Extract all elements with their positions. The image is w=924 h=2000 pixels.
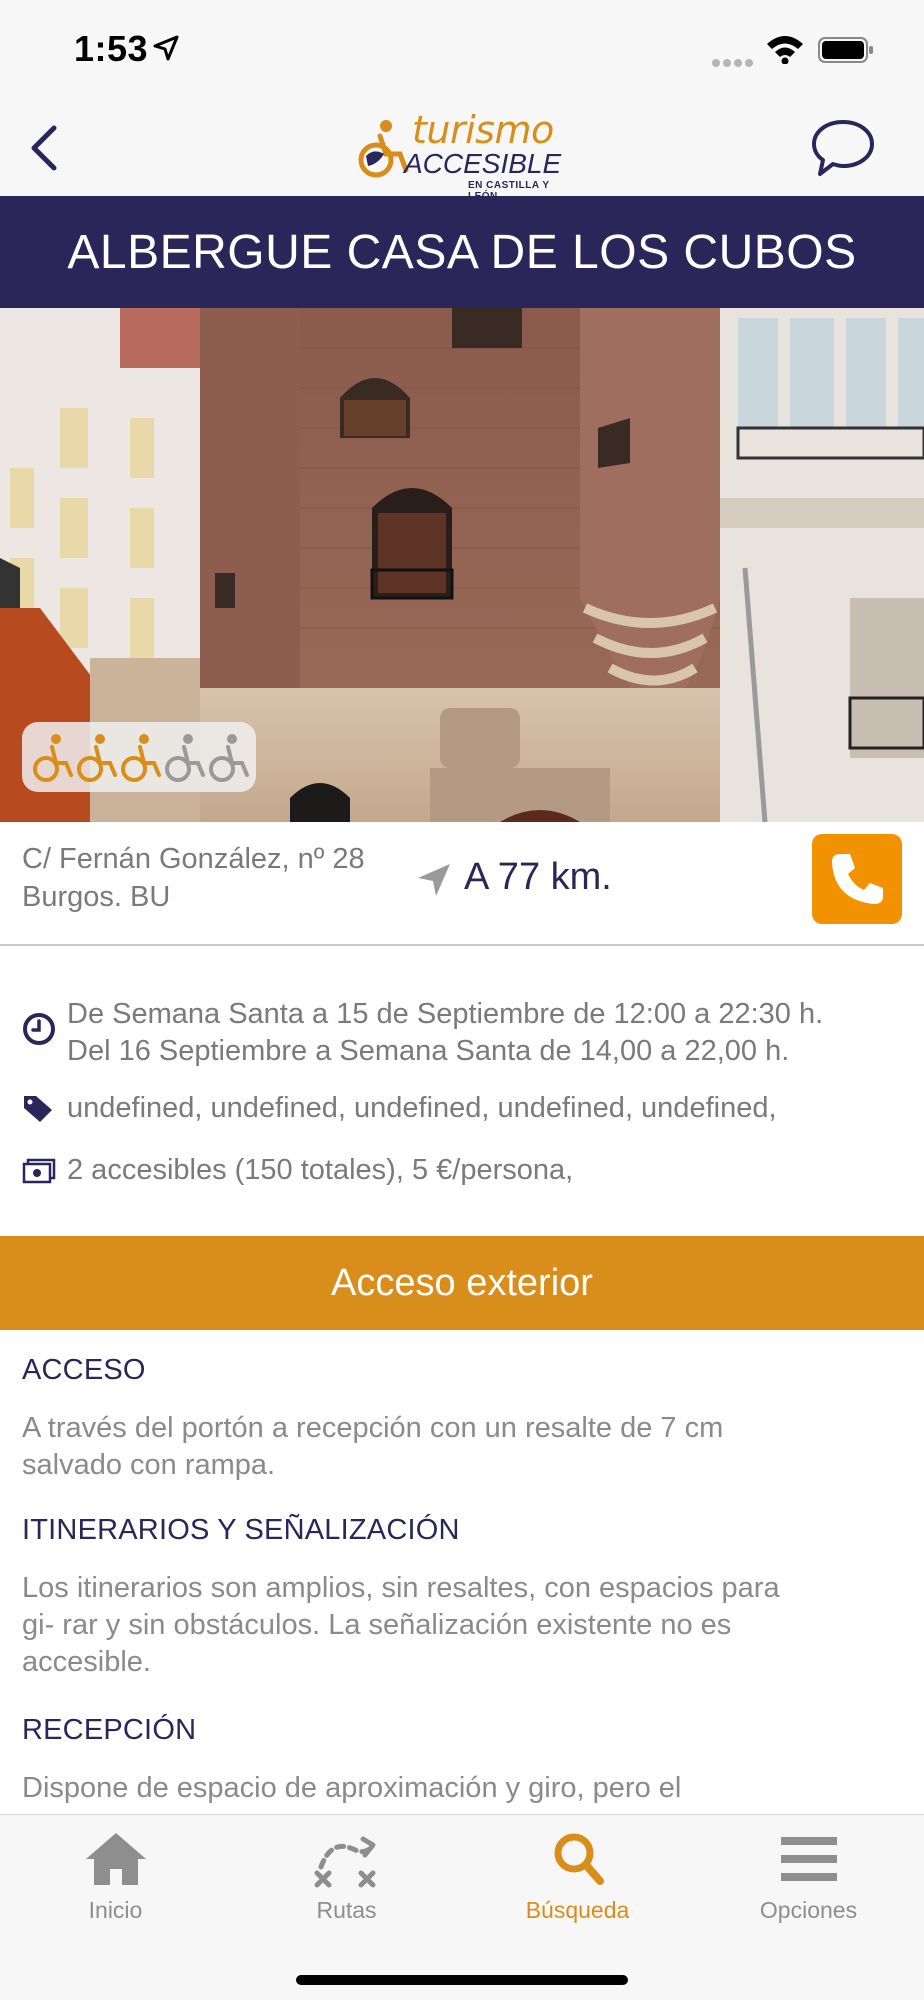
- hero-photo: [0, 308, 924, 822]
- tab-busqueda[interactable]: Búsqueda: [462, 1815, 693, 1935]
- tab-bar: Inicio Rutas Búsqueda Opciones: [0, 1814, 924, 2000]
- tab-label: Inicio: [88, 1897, 143, 1923]
- text-line: Los itinerarios son amplios, sin resalte…: [22, 1572, 780, 1604]
- location-info-row: C/ Fernán González, nº 28 Burgos. BU A 7…: [0, 822, 924, 946]
- signal-icon: [712, 54, 756, 72]
- battery-icon: [818, 37, 873, 63]
- page-title: ALBERGUE CASA DE LOS CUBOS: [67, 225, 857, 279]
- call-button[interactable]: [812, 834, 902, 924]
- text-line: salvado con rampa.: [22, 1449, 276, 1481]
- tags-icon: [24, 1096, 52, 1122]
- tab-inicio[interactable]: Inicio: [0, 1815, 231, 1935]
- routes-icon: [314, 1836, 376, 1888]
- status-time: 1:53: [74, 28, 149, 69]
- tab-opciones[interactable]: Opciones: [693, 1815, 924, 1935]
- tab-label: Búsqueda: [525, 1897, 630, 1923]
- subsection-text: Dispone de espacio de aproximación y gir…: [22, 1770, 902, 1807]
- subsection-text: Los itinerarios son amplios, sin resalte…: [22, 1570, 902, 1681]
- text-line: Dispone de espacio de aproximación y gir…: [22, 1772, 682, 1804]
- subsection-heading: ITINERARIOS Y SEÑALIZACIÓN: [22, 1514, 460, 1546]
- title-bar: ALBERGUE CASA DE LOS CUBOS: [0, 196, 924, 308]
- clock-icon: [23, 1013, 55, 1045]
- home-indicator: [296, 1975, 628, 1985]
- logo-text-accesible: ACCESIBLE: [404, 148, 562, 179]
- menu-icon: [781, 1837, 837, 1881]
- text-line: A través del portón a recepción con un r…: [22, 1412, 724, 1444]
- wheelchair-rating-icon-filled: [33, 734, 73, 782]
- text-line: accesible.: [22, 1646, 151, 1678]
- wheelchair-rating-icon-filled: [77, 734, 117, 782]
- app-logo: turismo ACCESIBLE EN CASTILLA Y LEÓN: [356, 108, 576, 202]
- details-block: De Semana Santa a 15 de Septiembre de 12…: [0, 948, 924, 1236]
- wheelchair-rating-icon-empty: [165, 734, 205, 782]
- subsection-heading: RECEPCIÓN: [22, 1714, 197, 1746]
- schedule-line-2: Del 16 Septiembre a Semana Santa de 14,0…: [67, 1035, 790, 1067]
- address-line-1: C/ Fernán González, nº 28: [22, 843, 365, 875]
- price-text: 2 accesibles (150 totales), 5 €/persona,: [67, 1154, 574, 1186]
- app-header: turismo ACCESIBLE EN CASTILLA Y LEÓN: [0, 100, 924, 202]
- money-icon: [22, 1158, 56, 1184]
- accessibility-rating: [22, 722, 256, 792]
- address-line-2: Burgos. BU: [22, 881, 171, 913]
- section-content: ACCESO A través del portón a recepción c…: [0, 1330, 924, 1814]
- home-icon: [86, 1833, 146, 1885]
- wheelchair-rating-icon-filled: [121, 734, 161, 782]
- wheelchair-logo-icon: [358, 120, 409, 178]
- text-line: gi- rar y sin obstáculos. La señalizació…: [22, 1609, 732, 1641]
- navigation-arrow-icon: [418, 864, 450, 896]
- phone-icon: [832, 854, 883, 904]
- search-icon: [554, 1833, 604, 1885]
- tags-text: undefined, undefined, undefined, undefin…: [67, 1092, 777, 1124]
- subsection-heading: ACCESO: [22, 1354, 146, 1386]
- status-bar: 1:53: [0, 0, 924, 100]
- subsection-text: A través del portón a recepción con un r…: [22, 1410, 902, 1484]
- tab-label: Opciones: [759, 1897, 858, 1923]
- tab-rutas[interactable]: Rutas: [231, 1815, 462, 1935]
- section-header-acceso-exterior[interactable]: Acceso exterior: [0, 1236, 924, 1330]
- wheelchair-rating-icon-empty: [209, 734, 249, 782]
- distance: A 77 km.: [464, 856, 612, 898]
- location-arrow-icon: [153, 35, 179, 61]
- wifi-icon: [767, 36, 803, 64]
- back-button[interactable]: [24, 120, 64, 176]
- section-title: Acceso exterior: [331, 1261, 593, 1304]
- tab-label: Rutas: [316, 1897, 377, 1923]
- schedule-line-1: De Semana Santa a 15 de Septiembre de 12…: [67, 998, 824, 1030]
- logo-text-turismo: turismo: [412, 108, 554, 152]
- address: C/ Fernán González, nº 28 Burgos. BU: [22, 840, 365, 916]
- chat-button[interactable]: [810, 116, 876, 180]
